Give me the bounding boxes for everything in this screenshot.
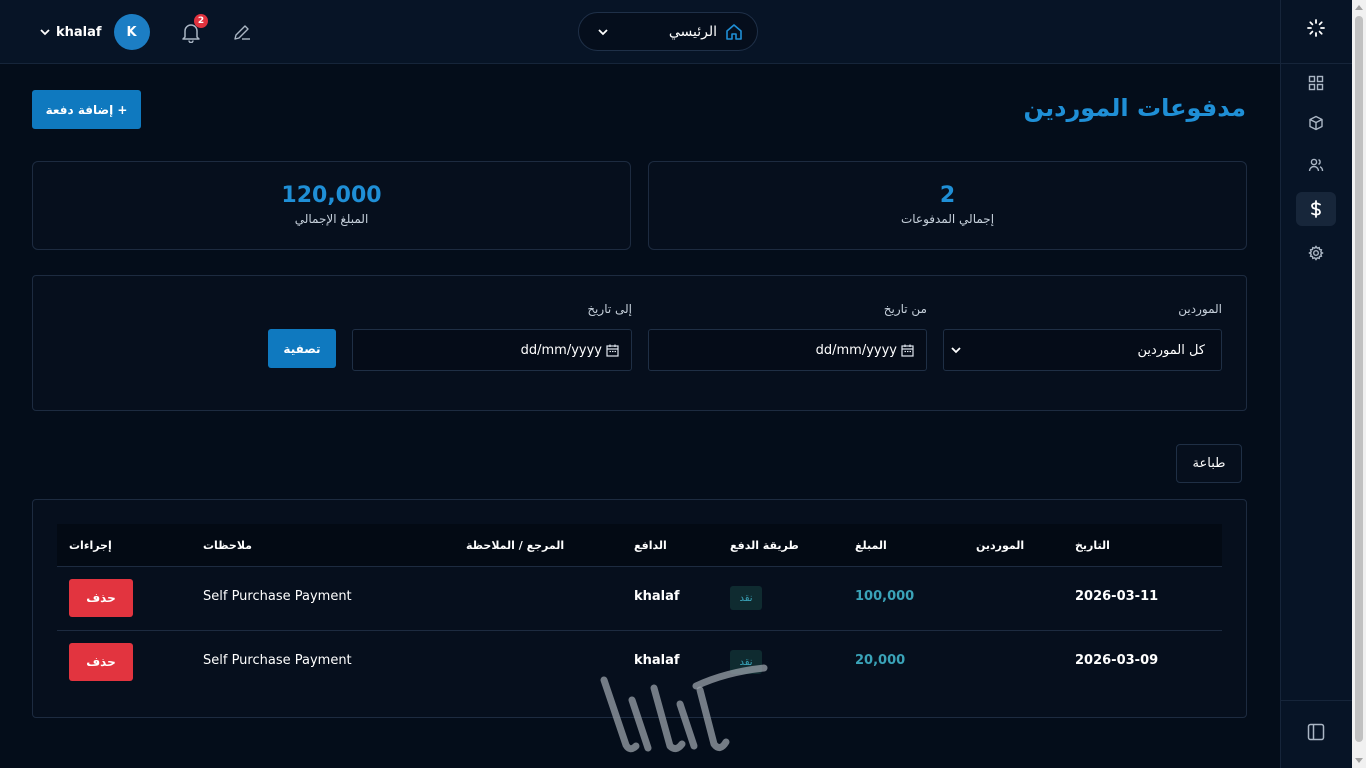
from-date-label: من تاريخ <box>883 302 927 316</box>
users-icon[interactable] <box>1296 148 1336 182</box>
column-header-supplier: الموردين <box>976 539 1025 552</box>
column-header-actions: إجراءات <box>69 539 112 552</box>
sidebar-divider <box>1280 63 1352 64</box>
dollar-icon[interactable] <box>1296 192 1336 226</box>
row-2-amount: 20,000 <box>855 653 906 668</box>
row-1-date: 2026-03-11 <box>1075 589 1159 604</box>
home-icon <box>726 23 742 40</box>
avatar[interactable]: K <box>113 14 150 50</box>
chevron-down-icon <box>598 28 608 35</box>
filter-button[interactable]: تصفية <box>268 329 336 368</box>
from-date-input[interactable]: dd/mm/yyyy <box>648 329 927 371</box>
row-divider <box>57 630 1222 631</box>
box-icon[interactable] <box>1296 106 1336 140</box>
user-menu[interactable]: khalaf K <box>38 14 150 50</box>
to-date-input[interactable]: dd/mm/yyyy <box>352 329 632 371</box>
watermark-logo <box>600 664 768 753</box>
row-2-date: 2026-03-09 <box>1075 653 1159 668</box>
row-1-method-badge: نقد <box>730 586 762 610</box>
row-1-delete-button[interactable]: حذف <box>69 579 133 617</box>
to-date-value: dd/mm/yyyy <box>520 342 602 358</box>
total-payments-card: 2 إجمالي المدفوعات <box>648 161 1247 250</box>
column-header-payer: الدافع <box>634 539 667 552</box>
sidebar-toggle-icon[interactable] <box>1296 715 1336 749</box>
row-1-payer: khalaf <box>634 589 680 604</box>
chevron-down-icon <box>951 347 961 354</box>
to-date-label: إلى تاريخ <box>587 302 632 316</box>
row-1-notes: Self Purchase Payment <box>203 589 352 604</box>
calendar-icon[interactable] <box>606 344 619 357</box>
page-title: مدفوعات الموردين <box>1023 94 1246 122</box>
calendar-icon[interactable] <box>901 344 914 357</box>
add-payment-button[interactable]: + إضافة دفعة <box>32 90 141 129</box>
total-payments-value: 2 <box>939 183 956 208</box>
username: khalaf <box>56 24 102 40</box>
column-header-method: طريقة الدفع <box>730 539 799 552</box>
supplier-select-value: كل الموردين <box>1137 342 1205 358</box>
home-nav-label: الرئيسي <box>668 23 717 40</box>
dashboard-grid-icon[interactable] <box>1296 66 1336 100</box>
loader-icon <box>1296 11 1336 45</box>
chevron-down-icon <box>40 29 50 36</box>
column-header-amount: المبلغ <box>855 539 887 552</box>
print-button[interactable]: طباعة <box>1176 444 1242 483</box>
scrollbar-thumb[interactable] <box>1355 16 1363 742</box>
supplier-filter-label: الموردين <box>1178 302 1222 316</box>
home-nav-dropdown[interactable]: الرئيسي <box>578 12 758 51</box>
pen-icon[interactable] <box>232 22 252 42</box>
settings-icon[interactable] <box>1296 236 1336 270</box>
column-header-reference: المرجع / الملاحظة <box>466 539 565 552</box>
total-payments-label: إجمالي المدفوعات <box>900 212 995 226</box>
column-header-date: التاريخ <box>1075 539 1110 552</box>
notification-badge: 2 <box>194 14 208 28</box>
row-2-delete-button[interactable]: حذف <box>69 643 133 681</box>
total-amount-value: 120,000 <box>281 183 382 208</box>
supplier-select[interactable]: كل الموردين <box>943 329 1222 371</box>
sidebar-divider <box>1280 700 1352 701</box>
scroll-up-arrow[interactable] <box>1355 5 1363 10</box>
scroll-down-arrow[interactable] <box>1355 758 1363 763</box>
scrollbar[interactable] <box>1352 0 1366 768</box>
column-header-notes: ملاحظات <box>203 539 252 552</box>
row-2-notes: Self Purchase Payment <box>203 653 352 668</box>
from-date-value: dd/mm/yyyy <box>815 342 897 358</box>
total-amount-card: 120,000 المبلغ الإجمالي <box>32 161 631 250</box>
total-amount-label: المبلغ الإجمالي <box>294 212 369 226</box>
row-1-amount: 100,000 <box>855 589 915 604</box>
